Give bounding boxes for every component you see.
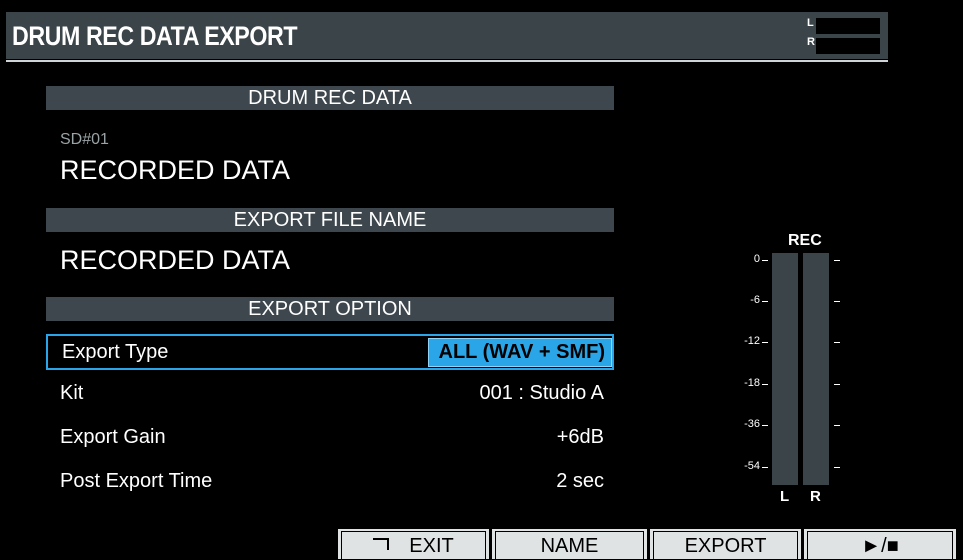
rec-meter-left-channel-label: L: [780, 488, 790, 505]
title-divider: [6, 60, 888, 62]
section-header-export-file-name: EXPORT FILE NAME: [46, 208, 614, 232]
level-meter-right-bar: [816, 38, 880, 54]
output-level-meter: L R: [806, 16, 886, 56]
name-button[interactable]: NAME: [492, 529, 647, 559]
meter-tick: [762, 467, 768, 468]
meter-tick: [834, 301, 840, 302]
param-row-export-type[interactable]: Export Type ALL (WAV + SMF): [46, 334, 614, 370]
page-title: DRUM REC DATA EXPORT: [12, 21, 298, 51]
param-row-post-export-time[interactable]: Post Export Time 2 sec: [46, 465, 614, 501]
drum-rec-slot: SD#01: [60, 131, 109, 148]
param-value[interactable]: +6dB: [557, 426, 604, 449]
rec-meter-left-column: [772, 253, 798, 485]
meter-scale-minus-36: -36: [744, 418, 760, 430]
export-button-label: EXPORT: [684, 535, 767, 557]
export-button[interactable]: EXPORT: [650, 529, 801, 559]
meter-scale-minus-18: -18: [744, 377, 760, 389]
title-bar: DRUM REC DATA EXPORT L R: [6, 12, 888, 59]
param-label: Kit: [60, 382, 84, 404]
param-label: Post Export Time: [60, 470, 213, 492]
meter-tick: [834, 342, 840, 343]
meter-tick: [762, 342, 768, 343]
meter-tick: [762, 384, 768, 385]
section-header-drum-rec-data: DRUM REC DATA: [46, 86, 614, 110]
exit-button-label: EXIT: [409, 535, 454, 557]
meter-tick: [762, 260, 768, 261]
level-meter-left-bar: [816, 18, 880, 34]
section-header-export-option: EXPORT OPTION: [46, 297, 614, 321]
play-stop-button[interactable]: ►/■: [804, 529, 956, 559]
param-label: Export Type: [62, 341, 169, 363]
export-file-name-value[interactable]: RECORDED DATA: [60, 245, 290, 276]
exit-button-face: EXIT: [341, 531, 486, 559]
param-label: Export Gain: [60, 426, 166, 448]
name-button-face: NAME: [495, 531, 644, 559]
name-button-label: NAME: [540, 535, 599, 557]
meter-scale-minus-6: -6: [750, 294, 760, 306]
meter-scale-minus-54: -54: [744, 460, 760, 472]
export-button-face: EXPORT: [653, 531, 798, 559]
meter-tick: [762, 425, 768, 426]
rec-meter-right-channel-label: R: [810, 488, 821, 505]
param-value-selected[interactable]: ALL (WAV + SMF): [427, 338, 612, 367]
play-stop-button-face: ►/■: [807, 531, 953, 559]
back-arrow-icon: [373, 538, 390, 550]
meter-scale-minus-12: -12: [744, 335, 760, 347]
meter-tick: [834, 260, 840, 261]
exit-button[interactable]: EXIT: [338, 529, 489, 559]
play-stop-icon: ►/■: [861, 535, 899, 557]
meter-tick: [762, 301, 768, 302]
meter-tick: [834, 384, 840, 385]
param-value[interactable]: 2 sec: [556, 470, 604, 493]
rec-meter-label: REC: [788, 232, 822, 249]
screen: DRUM REC DATA EXPORT L R DRUM REC DATA S…: [0, 0, 963, 559]
param-value[interactable]: 001 : Studio A: [479, 382, 604, 405]
level-meter-left-label: L: [807, 17, 814, 29]
param-row-kit[interactable]: Kit 001 : Studio A: [46, 377, 614, 413]
meter-scale-0: 0: [753, 253, 760, 265]
rec-meter-right-column: [803, 253, 829, 485]
drum-rec-data-name[interactable]: RECORDED DATA: [60, 155, 290, 186]
level-meter-right-label: R: [807, 36, 815, 48]
meter-tick: [834, 467, 840, 468]
param-row-export-gain[interactable]: Export Gain +6dB: [46, 421, 614, 457]
meter-tick: [834, 425, 840, 426]
